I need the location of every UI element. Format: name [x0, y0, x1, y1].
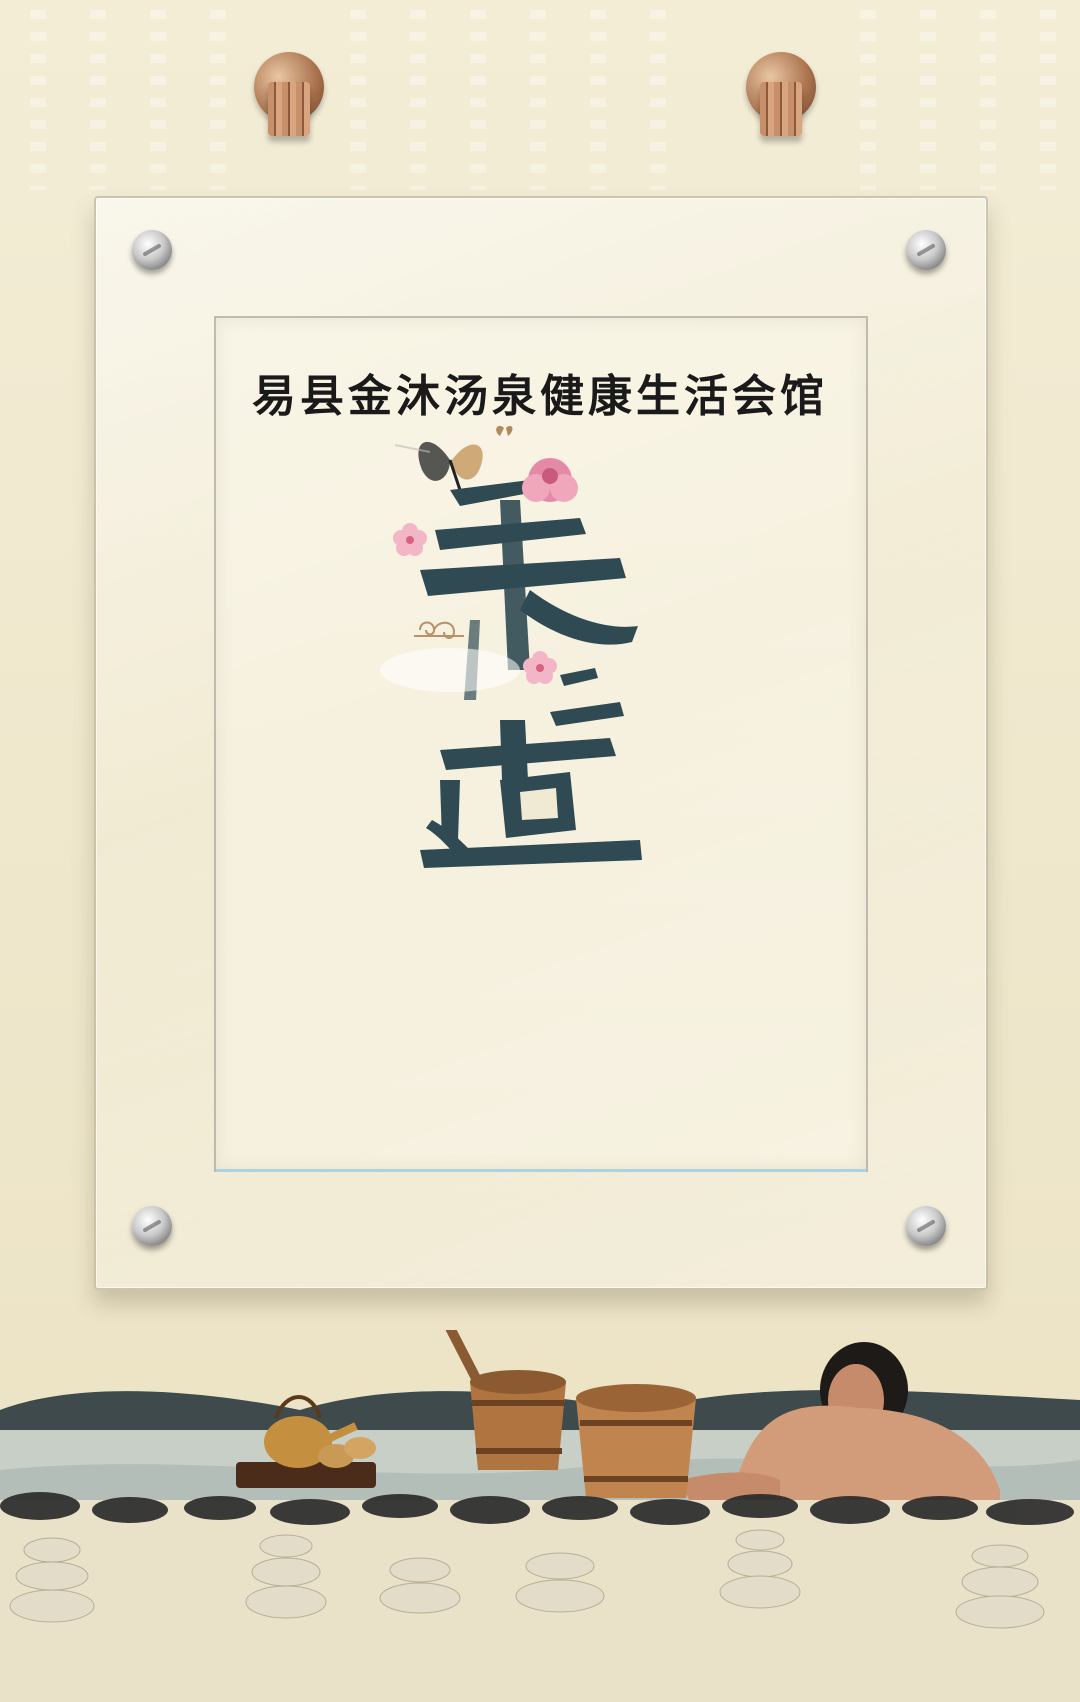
background-calligraphy	[350, 10, 366, 190]
venue-title: 易县金沐汤泉健康生活会馆	[252, 371, 828, 422]
screw-icon	[906, 1206, 946, 1246]
poster: 易县金沐汤泉健康生活会馆	[0, 0, 1080, 1702]
peony-icon	[522, 458, 578, 502]
background-calligraphy	[410, 10, 426, 190]
background-calligraphy	[470, 10, 486, 190]
butterfly-icon	[394, 441, 483, 491]
background-calligraphy	[920, 10, 936, 190]
cloud-motif-icon	[414, 621, 464, 639]
pebbles-icon	[0, 1492, 1080, 1702]
background-calligraphy	[860, 10, 876, 190]
wooden-bucket-icon	[576, 1384, 696, 1498]
background-calligraphy	[1040, 10, 1056, 190]
background-calligraphy	[530, 10, 546, 190]
background-calligraphy	[30, 10, 46, 190]
background-calligraphy	[590, 10, 606, 190]
small-butterfly-icon	[496, 425, 513, 436]
hot-spring-bath-scene	[0, 1330, 1080, 1702]
background-calligraphy	[980, 10, 996, 190]
background-calligraphy	[150, 10, 166, 190]
cherry-blossom-icon	[393, 523, 427, 556]
screw-icon	[132, 230, 172, 270]
copper-hook-left	[254, 52, 324, 136]
copper-hook-right	[746, 52, 816, 136]
background-calligraphy	[210, 10, 226, 190]
background-calligraphy	[650, 10, 666, 190]
background-calligraphy	[90, 10, 106, 190]
screw-icon	[906, 230, 946, 270]
calligraphy-artwork	[380, 425, 642, 868]
screw-icon	[132, 1206, 172, 1246]
